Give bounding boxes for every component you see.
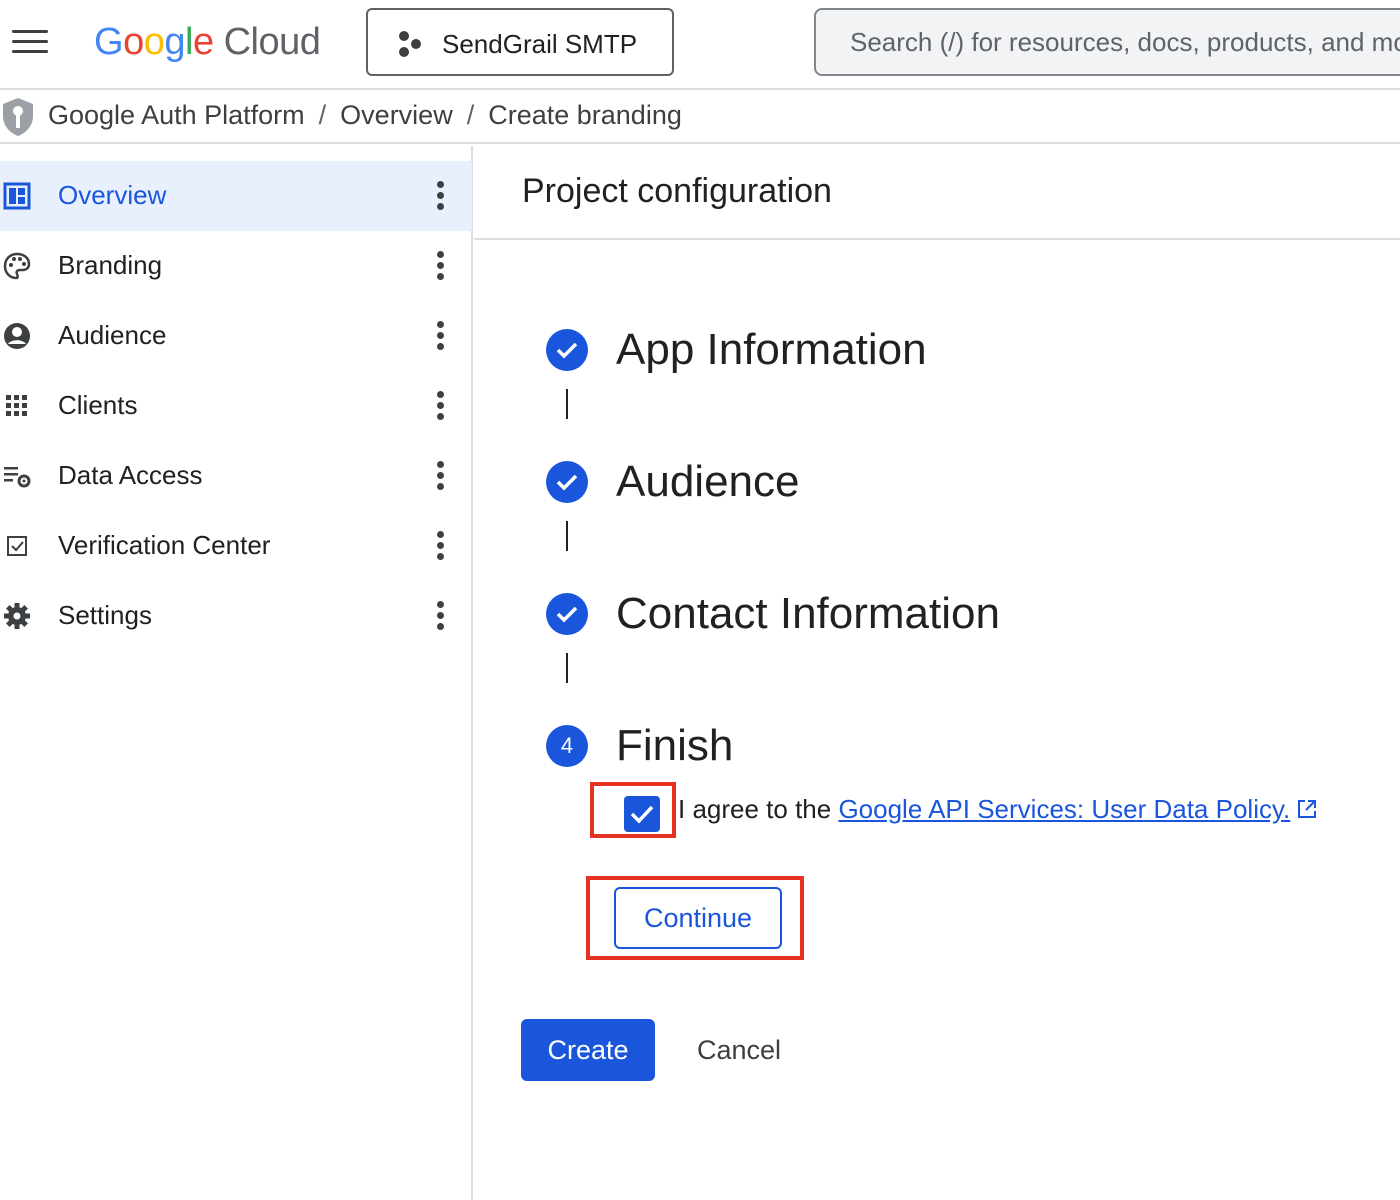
sidebar-item-audience[interactable]: Audience xyxy=(0,301,472,371)
highlight-box xyxy=(590,782,676,838)
sidebar: Overview Branding Audience Clients Data … xyxy=(0,146,473,1200)
google-cloud-logo[interactable]: Google Cloud xyxy=(94,18,321,66)
main-menu-icon[interactable] xyxy=(8,25,52,59)
more-options-icon[interactable] xyxy=(430,529,452,563)
search-input[interactable] xyxy=(850,10,1400,74)
breadcrumb: Google Auth Platform / Overview / Create bra… xyxy=(0,92,1400,144)
sidebar-item-label: Verification Center xyxy=(58,530,271,560)
sidebar-item-label: Audience xyxy=(58,320,167,350)
step-complete-check-icon xyxy=(546,593,588,635)
step-label: Audience xyxy=(616,457,800,506)
data-settings-icon xyxy=(4,467,31,488)
google-wordmark: Google xyxy=(94,21,214,63)
breadcrumb-auth-platform[interactable]: Google Auth Platform xyxy=(48,100,305,130)
cloud-wordmark: Cloud xyxy=(223,21,321,63)
project-picker-button[interactable]: SendGrail SMTP xyxy=(366,8,674,76)
step-complete-check-icon xyxy=(546,329,588,371)
apps-grid-icon xyxy=(6,395,27,416)
project-hexagon-icon xyxy=(399,31,421,57)
consent-prefix: I agree to the xyxy=(678,794,839,824)
shield-key-icon xyxy=(3,98,33,136)
create-button[interactable]: Create xyxy=(521,1019,655,1081)
project-name: SendGrail SMTP xyxy=(442,29,638,59)
step-complete-check-icon xyxy=(546,461,588,503)
consent-text: I agree to the Google API Services: User… xyxy=(678,794,1318,825)
more-options-icon[interactable] xyxy=(430,459,452,493)
step-number-badge: 4 xyxy=(546,725,588,767)
step-label: Finish xyxy=(616,721,734,770)
palette-icon xyxy=(3,252,31,280)
sidebar-item-verification-center[interactable]: Verification Center xyxy=(0,511,472,581)
step-connector xyxy=(566,521,568,551)
dashboard-icon xyxy=(3,182,31,210)
sidebar-item-label: Settings xyxy=(58,600,152,630)
step-label: Contact Information xyxy=(616,589,1000,638)
top-bar: Google Cloud SendGrail SMTP xyxy=(0,0,1400,90)
sidebar-item-clients[interactable]: Clients xyxy=(0,371,472,441)
sidebar-item-overview[interactable]: Overview xyxy=(0,161,472,231)
user-data-policy-link[interactable]: Google API Services: User Data Policy. xyxy=(838,794,1290,824)
breadcrumb-separator: / xyxy=(466,100,475,130)
sidebar-item-label: Branding xyxy=(58,250,163,280)
cancel-button[interactable]: Cancel xyxy=(678,1019,800,1081)
agree-checkbox[interactable] xyxy=(624,796,660,832)
sidebar-item-branding[interactable]: Branding xyxy=(0,231,472,301)
main-header: Project configuration xyxy=(474,146,1400,240)
open-in-new-icon[interactable] xyxy=(1296,798,1318,820)
sidebar-item-label: Data Access xyxy=(58,460,203,490)
verification-icon xyxy=(7,536,27,556)
sidebar-item-label: Overview xyxy=(58,180,167,210)
continue-button[interactable]: Continue xyxy=(614,887,782,949)
breadcrumb-separator: / xyxy=(318,100,327,130)
step-connector xyxy=(566,389,568,419)
step-connector xyxy=(566,653,568,683)
checkmark-icon xyxy=(630,805,654,824)
sidebar-item-label: Clients xyxy=(58,390,138,420)
gear-icon xyxy=(4,603,30,629)
more-options-icon[interactable] xyxy=(430,249,452,283)
sidebar-item-data-access[interactable]: Data Access xyxy=(0,441,472,511)
search-bar[interactable] xyxy=(814,8,1400,76)
breadcrumb-current: Create branding xyxy=(488,100,682,130)
more-options-icon[interactable] xyxy=(430,179,452,213)
more-options-icon[interactable] xyxy=(430,599,452,633)
breadcrumb-overview[interactable]: Overview xyxy=(340,100,453,130)
account-circle-icon xyxy=(4,323,30,349)
sidebar-item-settings[interactable]: Settings xyxy=(0,581,472,651)
more-options-icon[interactable] xyxy=(430,319,452,353)
page-title: Project configuration xyxy=(522,172,832,210)
step-label: App Information xyxy=(616,325,927,374)
highlight-box: Continue xyxy=(586,876,804,960)
more-options-icon[interactable] xyxy=(430,389,452,423)
